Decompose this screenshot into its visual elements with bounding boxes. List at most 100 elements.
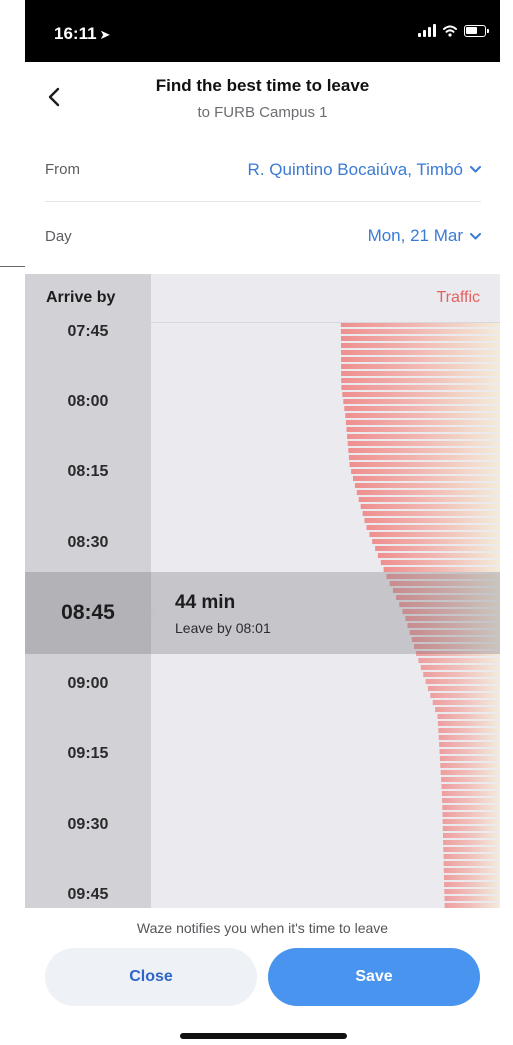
traffic-stripe	[443, 854, 500, 859]
traffic-stripe	[345, 420, 500, 425]
trip-duration: 44 min	[175, 592, 236, 613]
traffic-stripe	[437, 721, 500, 726]
traffic-stripe	[342, 392, 500, 397]
traffic-stripe	[438, 735, 500, 740]
save-button[interactable]: Save	[268, 948, 480, 1006]
from-selector[interactable]: R. Quintino Bocaiúva, Timbó	[248, 160, 481, 180]
home-indicator	[180, 1033, 347, 1039]
traffic-stripe	[340, 329, 500, 334]
traffic-stripe	[442, 826, 500, 831]
traffic-stripe	[443, 868, 500, 873]
traffic-stripe	[366, 525, 500, 530]
traffic-stripe	[440, 770, 500, 775]
traffic-stripe	[372, 539, 500, 544]
traffic-stripe	[423, 672, 500, 677]
arrive-by-label: Arrive by	[46, 289, 116, 306]
traffic-stripe	[343, 399, 500, 404]
chevron-down-icon	[470, 166, 481, 173]
chevron-down-icon	[470, 232, 481, 239]
day-value: Mon, 21 Mar	[367, 226, 463, 245]
selection-pointer	[151, 605, 160, 621]
traffic-stripe	[354, 483, 500, 488]
day-row[interactable]: Day Mon, 21 Mar	[45, 204, 481, 268]
traffic-stripe	[349, 462, 500, 467]
status-icons	[418, 24, 489, 37]
traffic-stripe	[444, 882, 500, 887]
traffic-stripe	[442, 819, 500, 824]
day-selector[interactable]: Mon, 21 Mar	[368, 226, 481, 246]
notify-notice: Waze notifies you when it's time to leav…	[136, 920, 389, 936]
divider-line	[0, 266, 25, 267]
traffic-stripe	[345, 413, 500, 418]
traffic-stripe	[435, 707, 500, 712]
traffic-stripe	[375, 546, 500, 551]
traffic-stripe	[441, 784, 500, 789]
traffic-stripe	[443, 833, 500, 838]
traffic-stripe	[360, 504, 500, 509]
traffic-stripe	[420, 665, 500, 670]
traffic-stripe	[362, 511, 500, 516]
from-label: From	[45, 161, 80, 178]
traffic-stripe	[443, 861, 500, 866]
traffic-stripe	[344, 406, 500, 411]
selected-arrival-time: 08:45	[61, 601, 115, 624]
from-value: R. Quintino Bocaiúva, Timbó	[247, 159, 463, 179]
traffic-stripe	[348, 455, 500, 460]
status-bar: 16:11 ➤	[25, 0, 500, 62]
traffic-label: Traffic	[436, 289, 480, 306]
arrival-time-chart[interactable]: Arrive by Traffic 07:45 08:00 08:15 08:3…	[25, 274, 500, 908]
time-slot-0900[interactable]: 09:00	[25, 675, 151, 693]
traffic-stripe	[348, 448, 500, 453]
status-time: 16:11 ➤	[54, 24, 111, 43]
traffic-stripe	[418, 658, 500, 663]
day-label: Day	[45, 227, 72, 245]
time-slot-0800[interactable]: 08:00	[25, 393, 151, 411]
from-row[interactable]: From R. Quintino Bocaiúva, Timbó	[45, 138, 481, 202]
traffic-stripe	[425, 679, 500, 684]
wifi-icon	[443, 25, 457, 37]
traffic-stripe	[346, 427, 500, 432]
traffic-stripe	[444, 896, 500, 901]
traffic-stripe	[442, 798, 500, 803]
location-arrow-icon: ➤	[99, 27, 111, 42]
traffic-stripe	[341, 364, 500, 369]
traffic-stripe	[439, 749, 500, 754]
signal-icon	[418, 24, 436, 37]
traffic-stripe	[441, 777, 500, 782]
close-button[interactable]: Close	[45, 948, 257, 1006]
traffic-stripe	[341, 350, 500, 355]
traffic-stripe	[430, 693, 500, 698]
footer: Waze notifies you when it's time to leav…	[25, 908, 500, 1045]
traffic-stripe	[341, 371, 500, 376]
traffic-stripe	[441, 791, 500, 796]
traffic-stripe	[341, 385, 500, 390]
traffic-stripe	[347, 434, 500, 439]
traffic-stripe	[369, 532, 500, 537]
traffic-stripe	[341, 343, 500, 348]
traffic-stripe	[438, 728, 500, 733]
traffic-stripe	[353, 476, 500, 481]
traffic-stripe	[443, 840, 500, 845]
time-slot-0915[interactable]: 09:15	[25, 745, 151, 763]
traffic-stripe	[364, 518, 500, 523]
time-slot-0945[interactable]: 09:45	[25, 886, 151, 904]
traffic-stripe	[427, 686, 500, 691]
time-slot-0815[interactable]: 08:15	[25, 463, 151, 481]
traffic-stripe	[341, 336, 500, 341]
traffic-stripe	[442, 805, 500, 810]
traffic-stripe	[377, 553, 500, 558]
traffic-stripe	[341, 357, 500, 362]
traffic-stripe	[347, 441, 500, 446]
traffic-stripe	[444, 889, 500, 894]
traffic-stripe	[439, 742, 500, 747]
traffic-stripe	[356, 490, 500, 495]
leave-by-time: Leave by 08:01	[175, 620, 271, 636]
chart-header: Arrive by Traffic	[25, 274, 500, 323]
time-slot-0830[interactable]: 08:30	[25, 534, 151, 552]
time-slot-0745[interactable]: 07:45	[25, 323, 151, 341]
traffic-stripe	[440, 763, 500, 768]
header: Find the best time to leave to FURB Camp…	[25, 62, 500, 134]
time-slot-0930[interactable]: 09:30	[25, 816, 151, 834]
traffic-stripe	[443, 847, 500, 852]
traffic-stripe	[432, 700, 500, 705]
